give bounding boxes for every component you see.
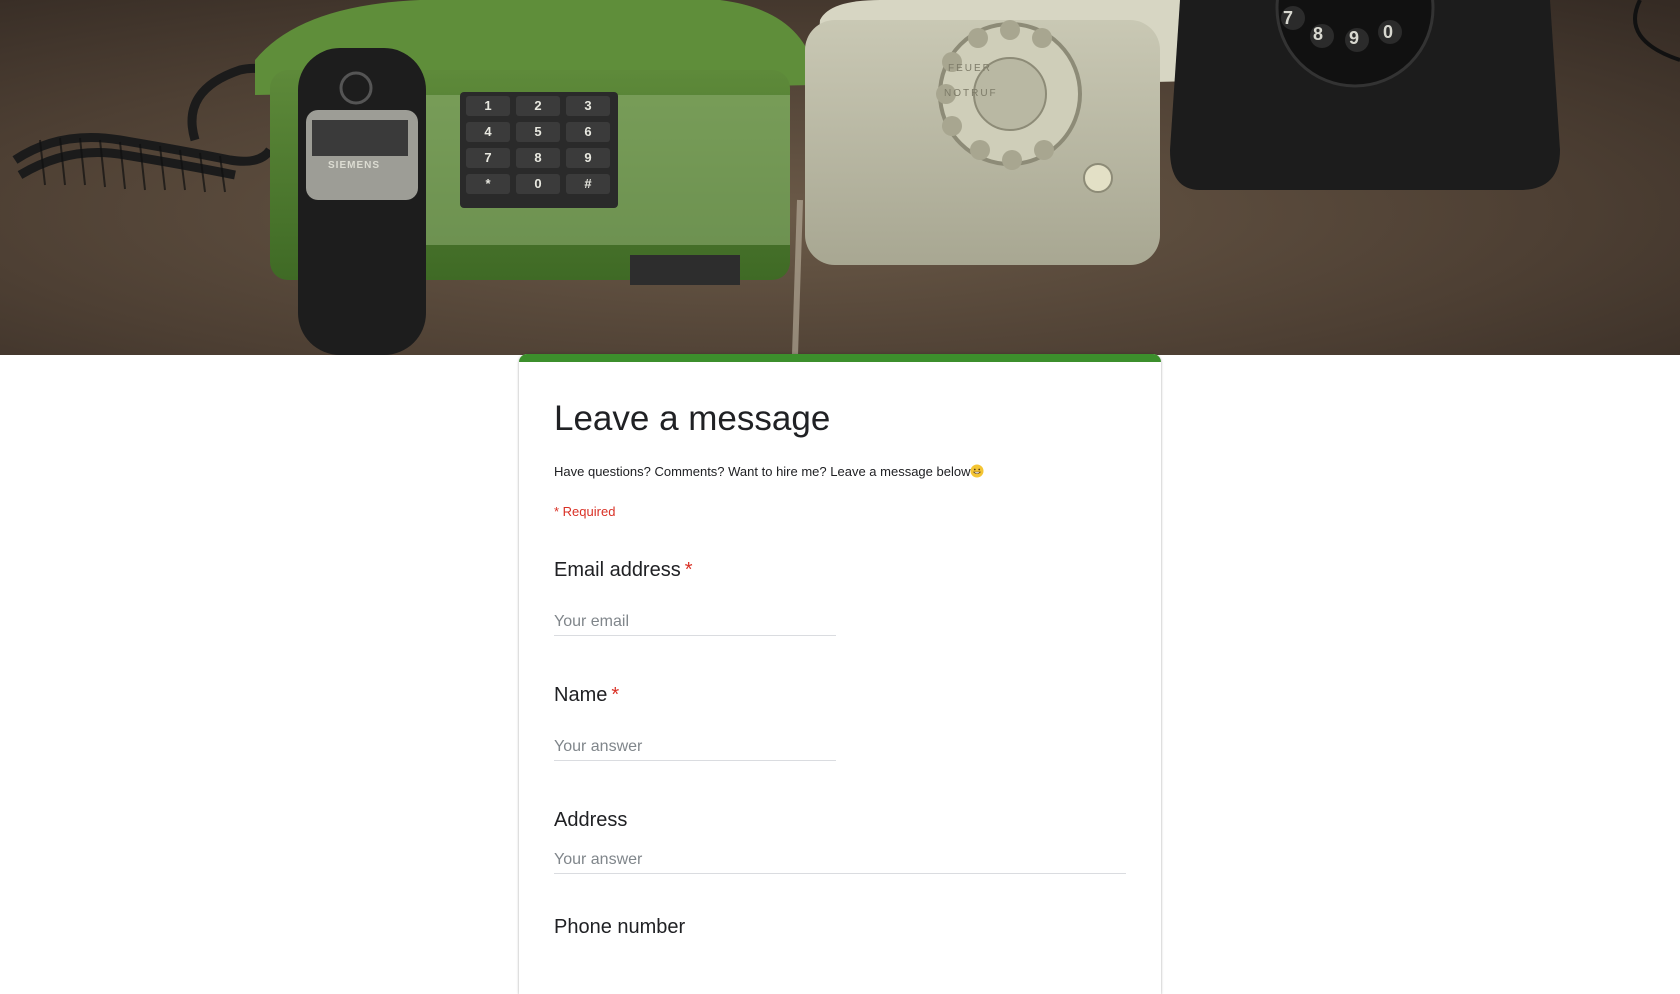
address-field[interactable] (554, 847, 1126, 874)
vintage-telephones-illustration (0, 0, 1680, 355)
form-description-text: Have questions? Comments? Want to hire m… (554, 464, 971, 479)
keypad-key: 3 (566, 96, 610, 116)
form-title: Leave a message (554, 399, 831, 438)
keypad-key: 7 (466, 148, 510, 168)
question-label: Name * (554, 684, 1126, 707)
required-asterisk: * (611, 684, 620, 706)
form-card: Leave a message Have questions? Comments… (519, 354, 1161, 994)
question-label: Phone number (554, 916, 686, 938)
name-field[interactable] (554, 734, 836, 761)
dial-label-notruf: NOTRUF (944, 88, 998, 99)
dial-label-feuer: FEUER (948, 63, 992, 74)
handset-brand-label: SIEMENS (328, 160, 381, 171)
header-banner-image: SIEMENS FEUER NOTRUF 1 2 3 4 5 6 7 8 9 *… (0, 0, 1680, 355)
keypad-key: * (466, 174, 510, 194)
question-phone-number: Phone number (554, 916, 1126, 939)
question-label: Email address * (554, 559, 1126, 582)
required-note: * Required (554, 504, 616, 519)
card-accent-bar (519, 354, 1161, 362)
keypad-key: 6 (566, 122, 610, 142)
question-email: Email address * (554, 559, 1126, 636)
question-label: Address (554, 809, 628, 831)
keypad-key: # (566, 174, 610, 194)
question-label-text: Email address (554, 559, 681, 581)
question-name: Name * (554, 684, 1126, 761)
question-label-text: Name (554, 684, 608, 706)
dial-digit: 7 (1283, 8, 1294, 28)
required-asterisk: * (684, 559, 693, 581)
question-address: Address (554, 809, 1126, 874)
keypad-key: 4 (466, 122, 510, 142)
keypad-key: 8 (516, 148, 560, 168)
dial-digit: 8 (1313, 24, 1324, 44)
keypad-key: 1 (466, 96, 510, 116)
keypad-key: 9 (566, 148, 610, 168)
form-description: Have questions? Comments? Want to hire m… (554, 464, 984, 479)
grinning-face-icon (970, 464, 984, 478)
email-field[interactable] (554, 609, 836, 636)
keypad-key: 0 (516, 174, 560, 194)
keypad-key: 2 (516, 96, 560, 116)
keypad-keys: 1 2 3 4 5 6 7 8 9 * 0 # (466, 96, 616, 194)
dial-digit: 0 (1383, 22, 1394, 42)
dial-digit: 9 (1349, 28, 1360, 48)
keypad-key: 5 (516, 122, 560, 142)
